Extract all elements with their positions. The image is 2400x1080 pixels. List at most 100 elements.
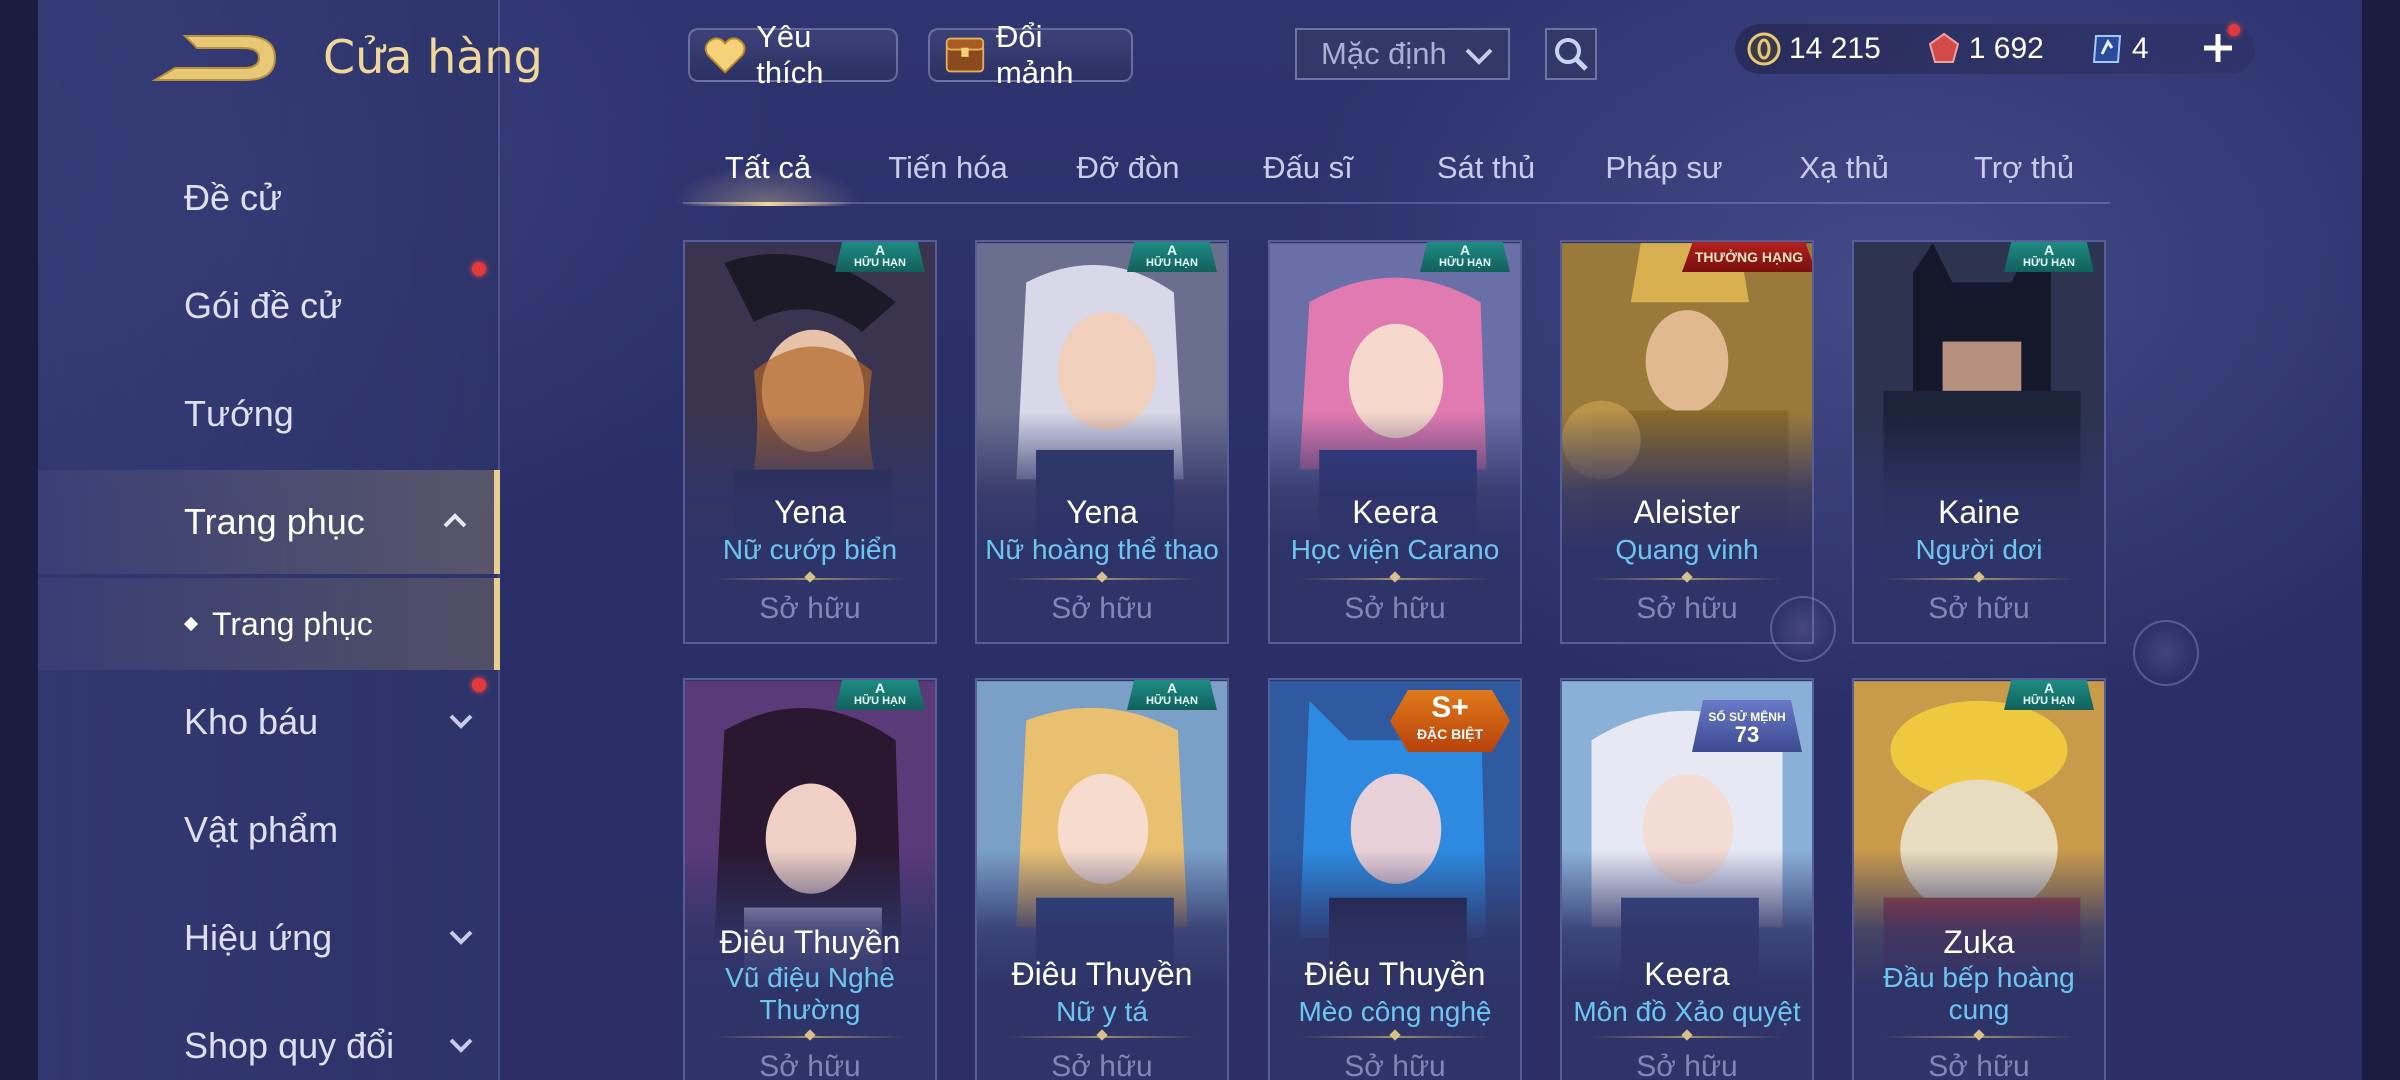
sidebar-item-bundles[interactable]: Gói đề cử [38,254,500,358]
tab-all[interactable]: Tất cả [673,140,863,206]
chevron-down-icon [449,930,473,945]
tab-tank[interactable]: Đỡ đòn [1043,140,1213,204]
chevron-down-icon [449,1038,473,1053]
sidebar-item-label: Đề cử [184,177,283,218]
tab-fighter[interactable]: Đấu sĩ [1223,140,1393,204]
sort-value: Mặc định [1321,36,1447,71]
search-button[interactable] [1545,28,1597,80]
skin-card[interactable]: A HỮU HẠN Điêu Thuyền Vũ điệu Nghê Thườn… [683,678,937,1080]
skin-card[interactable]: A HỮU HẠN Kaine Người dơi Sở hữu [1852,240,2106,644]
sidebar-item-heroes[interactable]: Tướng [38,362,500,466]
sidebar-item-recommended[interactable]: Đề cử [38,146,500,250]
badge-label: HỮU HẠN [854,695,906,707]
exchange-shards-button[interactable]: Đổi mảnh [928,19,1133,90]
tab-marksman[interactable]: Xạ thủ [1759,140,1929,204]
decorative-orb [1770,596,1836,662]
sidebar-item-label: Kho báu [184,701,319,742]
sidebar-item-treasure[interactable]: Kho báu [38,670,500,774]
card-divider [715,1036,905,1038]
rarity-badge: A HỮU HẠN [1127,242,1217,272]
currency-gem: 1 692 [1927,32,2044,66]
back-arrow-icon [151,35,277,81]
skin-card[interactable]: A HỮU HẠN Yena Nữ hoàng thể thao Sở hữu [975,240,1229,644]
rarity-badge: SỐ SỬ MỆNH 73 [1692,700,1802,752]
owned-status: Sở hữu [1928,1050,2030,1080]
sidebar-item-exchange-shop[interactable]: Shop quy đổi [38,994,500,1080]
badge-grade: A [1166,680,1178,696]
gold-value: 14 215 [1789,32,1881,65]
skin-name: Nữ cướp biển [722,534,898,565]
favorites-button[interactable]: Yêu thích [688,19,898,90]
sort-dropdown[interactable]: Mặc định [1295,28,1510,80]
voucher-value: 4 [2131,32,2149,65]
currency-bar: 14 215 1 692 4 [1735,24,2255,74]
tab-support[interactable]: Trợ thủ [1939,140,2109,204]
skin-card[interactable]: A HỮU HẠN Keera Học viện Carano Sở hữu [1268,240,1522,644]
hero-name: Điêu Thuyền [719,924,901,960]
badge-number: 73 [1734,722,1760,747]
sidebar-item-skins[interactable]: Trang phục [38,470,500,574]
left-frame [0,0,38,1080]
owned-status: Sở hữu [1051,1050,1153,1080]
badge-label: HỮU HẠN [1146,257,1198,269]
card-divider [1300,578,1490,580]
card-divider [1300,1036,1490,1038]
skin-card[interactable]: THƯỞNG HẠNG Aleister Quang vinh Sở hữu [1560,240,1814,644]
badge-label: HỮU HẠN [1146,695,1198,707]
hero-name: Điêu Thuyền [1011,956,1193,992]
category-tabs: Tất cả Tiến hóa Đỡ đòn Đấu sĩ Sát thủ Ph… [673,140,2110,206]
badge-grade: A [2043,680,2055,696]
skin-name: Người dơi [1915,534,2043,565]
gem-value: 1 692 [1968,32,2044,65]
tab-assassin[interactable]: Sát thủ [1401,140,1571,204]
skin-card[interactable]: S+ ĐẶC BIỆT Điêu Thuyền Mèo công nghệ Sở… [1268,678,1522,1080]
voucher-icon [2092,35,2121,63]
sidebar-item-items[interactable]: Vật phẩm [38,778,500,882]
skin-card[interactable]: A HỮU HẠN Yena Nữ cướp biển Sở hữu [683,240,937,644]
tab-evolution[interactable]: Tiến hóa [863,140,1033,204]
skin-card[interactable]: A HỮU HẠN Điêu Thuyền Nữ y tá Sở hữu [975,678,1229,1080]
skin-name: Mèo công nghệ [1298,996,1492,1027]
badge-grade: A [1166,242,1178,258]
right-frame [2362,0,2400,1080]
hero-name: Aleister [1633,494,1741,530]
skin-name: Môn đồ Xảo quyệt [1573,996,1801,1027]
card-divider [715,578,905,580]
sidebar-item-label: Tướng [184,393,294,434]
chevron-down-icon [449,714,473,729]
owned-status: Sở hữu [1051,592,1153,625]
sidebar-subitem-skins[interactable]: Trang phục [38,578,500,670]
chevron-down-icon [1465,48,1493,65]
hero-name: Keera [1644,956,1730,992]
tab-mage[interactable]: Pháp sư [1579,140,1749,204]
skin-card[interactable]: SỐ SỬ MỆNH 73 Keera Môn đồ Xảo quyệt Sở … [1560,678,1814,1080]
rarity-badge: A HỮU HẠN [1420,242,1510,272]
sidebar-item-label: Trang phục [184,501,365,542]
sidebar-item-effects[interactable]: Hiệu ứng [38,886,500,990]
gold-coin-icon [1747,32,1781,66]
owned-status: Sở hữu [1344,1050,1446,1080]
skin-name: Học viện Carano [1290,534,1500,565]
hero-name: Điêu Thuyền [1304,956,1486,992]
back-button[interactable] [145,28,285,88]
badge-grade: A [874,680,886,696]
notification-dot [2228,24,2240,36]
rarity-badge: A HỮU HẠN [1127,680,1217,710]
card-divider [1884,578,2074,580]
badge-label: HỮU HẠN [2023,695,2075,707]
owned-status: Sở hữu [1344,592,1446,625]
sidebar-item-label: Gói đề cử [184,285,343,326]
skin-card[interactable]: A HỮU HẠN Zuka Đầu bếp hoàng cung Sở hữu [1852,678,2106,1080]
owned-status: Sở hữu [1636,1050,1738,1080]
card-divider [1007,578,1197,580]
heart-icon [704,37,746,74]
exchange-label: Đổi mảnh [995,19,1074,90]
skin-name: Quang vinh [1615,534,1759,565]
badge-grade: S+ [1431,691,1469,724]
badge-label: HỮU HẠN [1439,257,1491,269]
favorites-label: Yêu thích [756,19,824,90]
red-gem-icon [1928,32,1959,63]
hero-name: Yena [1066,494,1138,530]
badge-label: HỮU HẠN [2023,257,2075,269]
sidebar-item-label: Vật phẩm [184,809,339,850]
